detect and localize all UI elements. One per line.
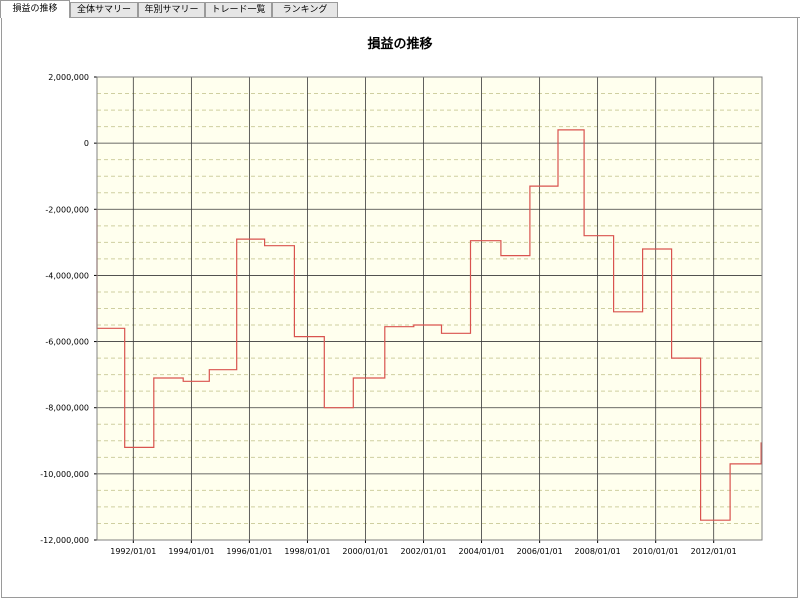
y-tick-label: 0 [84, 139, 89, 148]
y-tick-label: -6,000,000 [45, 338, 89, 347]
x-tick-label: 1998/01/01 [284, 547, 330, 556]
profit-trend-chart: 損益の推移 2,000,000 0 -2,000,000 -4,000,000 -6,0… [40, 36, 763, 556]
y-tick-label: -2,000,000 [45, 205, 89, 214]
x-tick-label: 2008/01/01 [575, 547, 621, 556]
y-tick-label: -8,000,000 [45, 404, 89, 413]
y-tick-label: -12,000,000 [40, 536, 89, 545]
x-tick-label: 2004/01/01 [458, 547, 504, 556]
y-axis: 2,000,000 0 -2,000,000 -4,000,000 -6,000,000… [40, 73, 97, 545]
x-tick-label: 2000/01/01 [342, 547, 388, 556]
x-axis: 1992/01/01 1994/01/01 1996/01/01 1998/01/01… [110, 540, 737, 556]
tab-profit-trend[interactable]: 損益の推移 [0, 0, 70, 18]
x-tick-label: 2006/01/01 [517, 547, 563, 556]
y-tick-label: -4,000,000 [45, 271, 89, 280]
y-tick-label: -10,000,000 [40, 470, 89, 479]
x-tick-label: 2010/01/01 [633, 547, 679, 556]
x-tick-label: 1992/01/01 [110, 547, 156, 556]
x-tick-label: 2002/01/01 [400, 547, 446, 556]
x-tick-label: 1994/01/01 [168, 547, 214, 556]
y-tick-label: 2,000,000 [48, 73, 89, 82]
x-tick-label: 2012/01/01 [691, 547, 737, 556]
chart-title: 損益の推移 [367, 36, 432, 52]
x-tick-label: 1996/01/01 [226, 547, 272, 556]
